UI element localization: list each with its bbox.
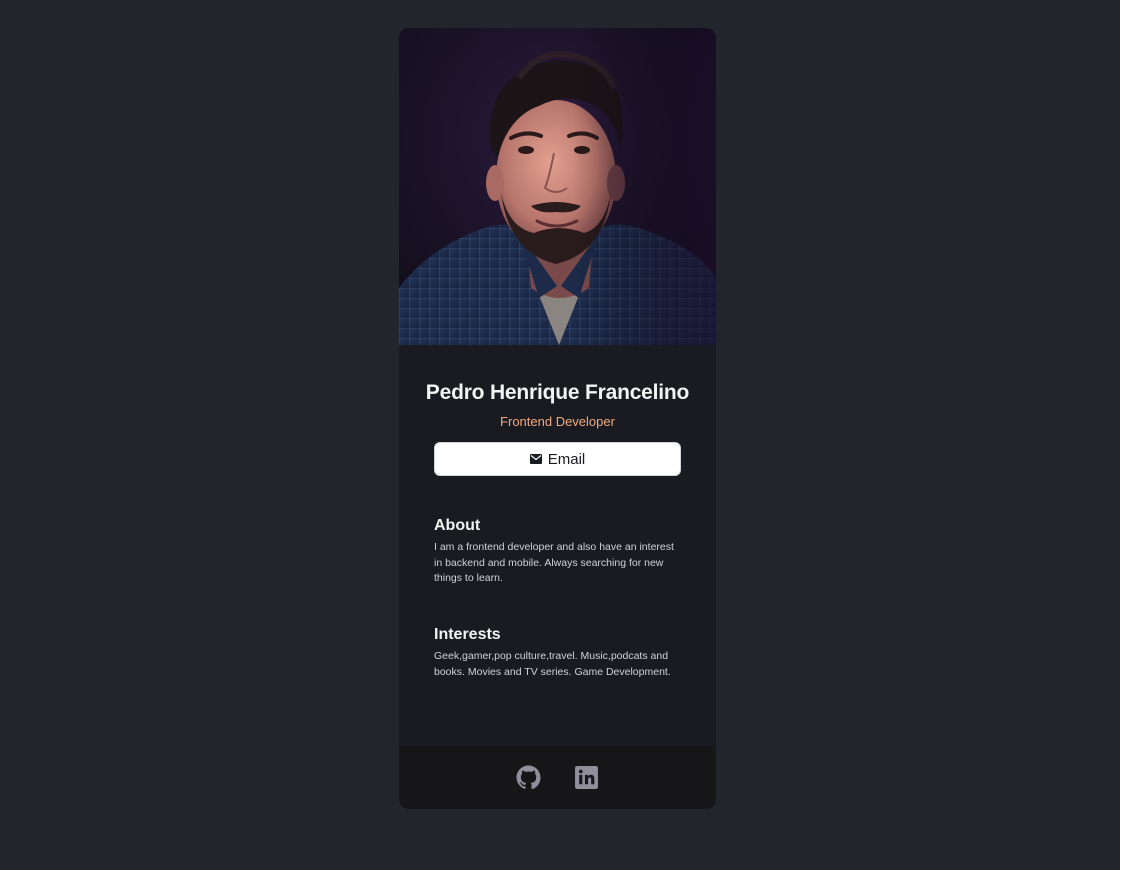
linkedin-link[interactable] [574, 765, 599, 790]
social-footer [399, 746, 716, 809]
profile-name: Pedro Henrique Francelino [425, 381, 690, 404]
interests-title: Interests [434, 626, 501, 643]
github-icon [516, 765, 541, 790]
interests-section: Interests Geek,gamer,pop culture,travel.… [434, 626, 684, 680]
profile-photo [399, 28, 716, 345]
linkedin-icon [575, 766, 598, 789]
interests-text: Geek,gamer,pop culture,travel. Music,pod… [434, 650, 671, 678]
about-text: I am a frontend developer and also have … [434, 541, 674, 584]
email-button[interactable]: Email [434, 442, 681, 476]
email-button-label: Email [547, 450, 586, 468]
github-link[interactable] [516, 765, 541, 790]
about-section: About I am a frontend developer and also… [434, 517, 684, 587]
profile-role: Frontend Developer [500, 414, 615, 429]
mail-icon [529, 454, 542, 464]
profile-card: Pedro Henrique Francelino Frontend Devel… [399, 28, 716, 809]
about-title: About [434, 517, 481, 534]
